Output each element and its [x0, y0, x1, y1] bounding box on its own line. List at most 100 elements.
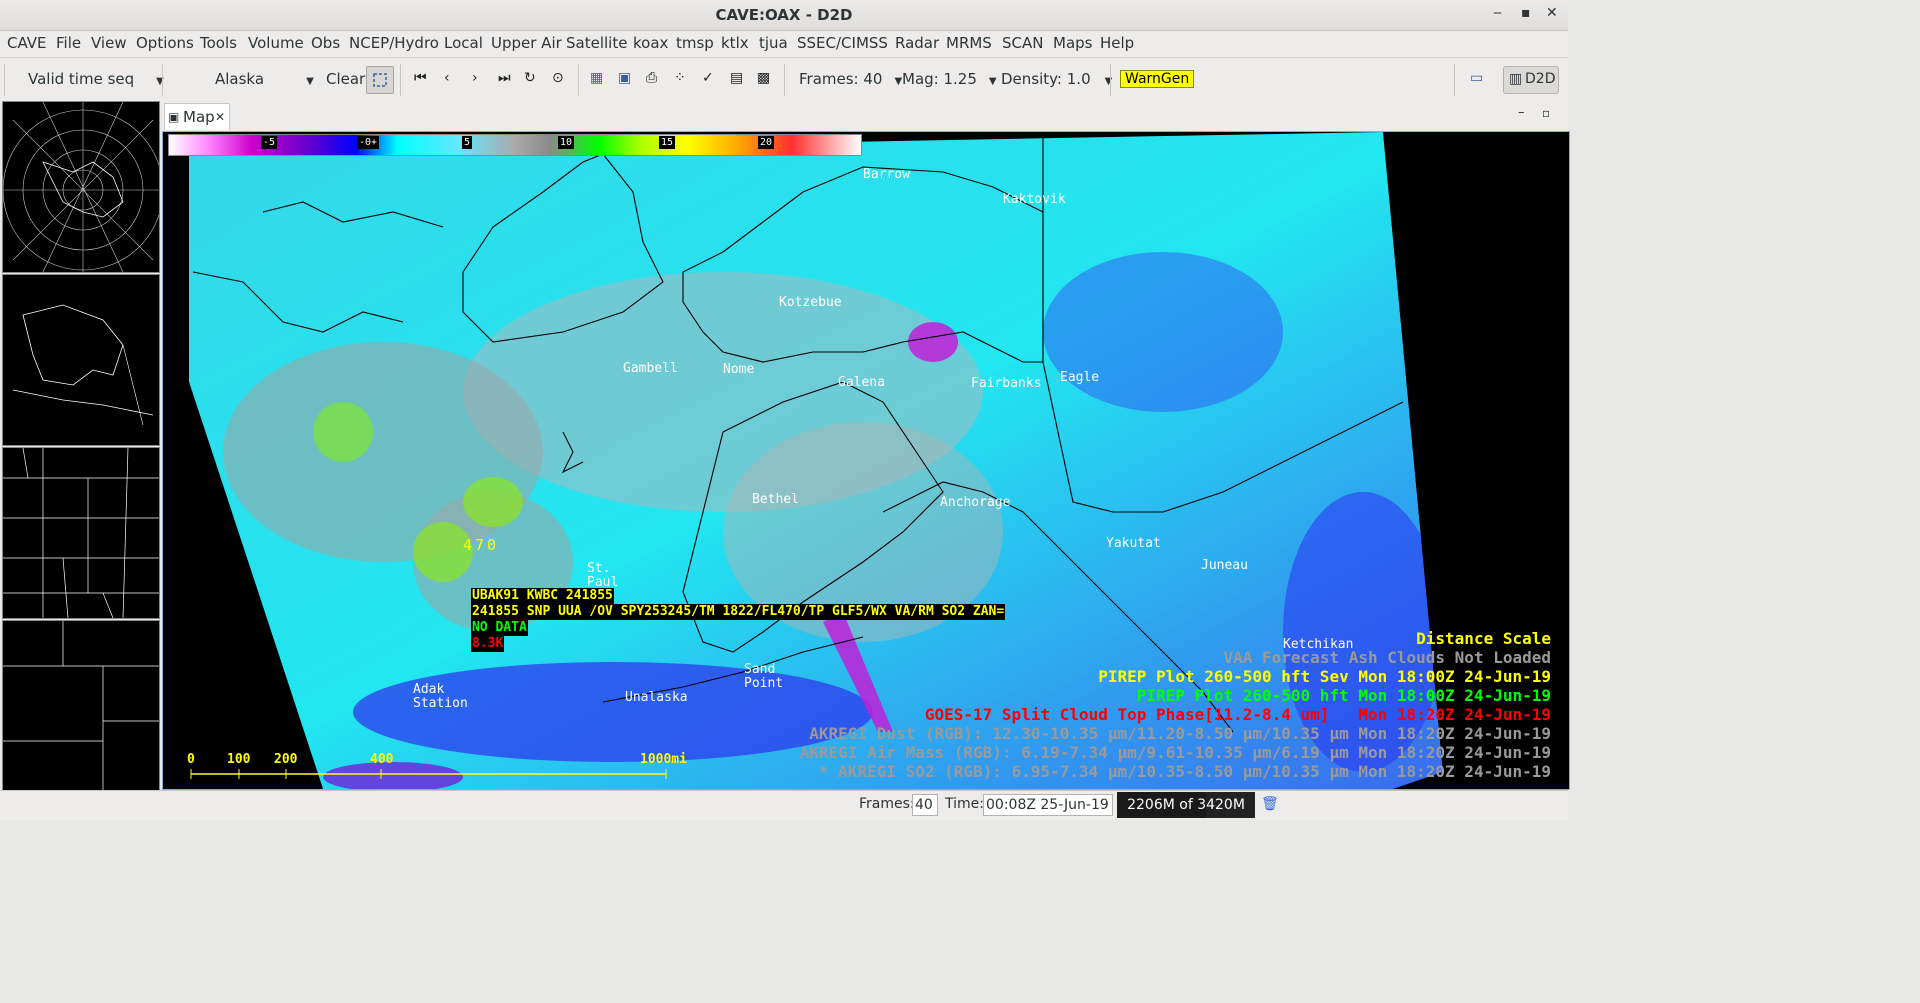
magnification-dropdown[interactable]: Mag: 1.25 ▼ [902, 70, 997, 88]
alaska-map-icon [12, 304, 154, 426]
legend-goes17[interactable]: GOES-17 Split Cloud Top Phase[11.2-8.4 u… [925, 705, 1551, 724]
menu-ktlx[interactable]: ktlx [721, 34, 749, 52]
map-properties-icon[interactable]: ▣ [618, 70, 631, 86]
menu-maps[interactable]: Maps [1053, 34, 1092, 52]
last-frame-icon[interactable]: ⏭ [498, 70, 511, 86]
menu-cave[interactable]: CAVE [7, 34, 47, 52]
scale-tick-label: 0 [187, 752, 195, 767]
print-icon[interactable]: ⎙ [646, 70, 657, 86]
menu-view[interactable]: View [91, 34, 127, 52]
density-dropdown[interactable]: Density: 1.0 ▼ [1001, 70, 1112, 88]
city-label: Kotzebue [779, 295, 842, 310]
menu-volume[interactable]: Volume [248, 34, 304, 52]
mag-label: Mag: 1.25 [902, 70, 977, 88]
color-bar: -5 -0+ 5 10 15 20 [168, 134, 862, 156]
frames-dropdown[interactable]: Frames: 40 ▼ [799, 70, 902, 88]
perspective-icon: ▥ [1509, 71, 1523, 87]
memory-status: 2206M of 3420M [1117, 792, 1255, 818]
previous-frame-icon[interactable]: ‹ [444, 70, 450, 86]
loop-properties-icon[interactable]: ⊙ [552, 70, 564, 86]
colorbar-tick: 20 [758, 136, 775, 149]
preview-pane-local[interactable] [2, 620, 160, 792]
maximize-button[interactable]: ▪ [1521, 5, 1531, 21]
legend-pirep[interactable]: PIREP Plot 260-500 hft Mon 18:00Z 24-Jun… [1137, 686, 1551, 705]
city-label: St. Paul [587, 561, 619, 590]
image-properties-icon[interactable]: ▦ [590, 70, 603, 86]
toolbar-separator [1454, 64, 1455, 96]
open-perspective-icon[interactable]: ▭ [1470, 70, 1483, 86]
drawing-icon[interactable]: ✓ [702, 70, 714, 86]
pirep-report: 241855 SNP UUA /OV SPY253245/TM 1822/FL4… [471, 604, 1006, 620]
preview-pane-alaska[interactable] [2, 274, 160, 446]
d2d-perspective-button[interactable]: ▥ D2D [1503, 66, 1559, 94]
loop-icon[interactable]: ↻ [524, 70, 536, 86]
toolbar-separator [1110, 64, 1111, 96]
menu-options[interactable]: Options [136, 34, 194, 52]
city-label: Gambell [623, 361, 678, 376]
city-label: Sand Point [744, 662, 784, 691]
preview-pane-northern-hemisphere[interactable] [2, 101, 160, 273]
colorbar-tick: 10 [558, 136, 575, 149]
legend-akregi-dust[interactable]: AKREGI Dust (RGB): 12.30-10.35 µm/11.20-… [809, 724, 1551, 743]
city-label: Adak Station [413, 682, 468, 711]
polar-map-icon [3, 102, 159, 272]
close-button[interactable]: ✕ [1546, 5, 1558, 21]
legend-akregi-so2[interactable]: * AKREGI SO2 (RGB): 6.95-7.34 µm/10.35-8… [819, 762, 1551, 781]
menu-tools[interactable]: Tools [200, 34, 237, 52]
menu-tjua[interactable]: tjua [759, 34, 788, 52]
menu-obs[interactable]: Obs [311, 34, 340, 52]
sample-icon[interactable]: ⁘ [674, 70, 686, 86]
toolbar-separator [400, 64, 401, 96]
toolbar: Valid time seq ▼ Alaska ▼ Clear ⏮ ‹ › ⏭ ↻ … [0, 57, 1568, 102]
trash-icon[interactable]: 🗑 [1261, 796, 1279, 812]
clear-button[interactable]: Clear [326, 70, 365, 88]
maximize-view-icon[interactable]: ▫ [1542, 106, 1550, 120]
chevron-down-icon: ▼ [306, 76, 314, 87]
menu-satellite[interactable]: Satellite [566, 34, 627, 52]
zoom-extent-button[interactable] [366, 66, 394, 94]
menu-file[interactable]: File [56, 34, 81, 52]
status-bar: Frames: 40 Time: 00:08Z 25-Jun-19 2206M … [0, 790, 1568, 820]
menu-koax[interactable]: koax [633, 34, 668, 52]
legend-distance-scale[interactable]: Distance Scale [1416, 629, 1551, 648]
frames-status-value: 40 [912, 794, 938, 816]
minimize-button[interactable]: ‒ [1493, 5, 1502, 21]
colorbar-tick: -5 [261, 136, 278, 149]
menu-upper-air[interactable]: Upper Air [491, 34, 562, 52]
legend-vaa[interactable]: VAA Forecast Ash Clouds Not Loaded [1223, 648, 1551, 667]
colorbar-tick: -0+ [357, 136, 380, 149]
minimize-view-icon[interactable]: – [1518, 105, 1525, 120]
city-label: Kaktovik [1003, 192, 1066, 207]
menu-help[interactable]: Help [1100, 34, 1134, 52]
map-display[interactable]: -5 -0+ 5 10 15 20 Barrow Kaktovik Kotzeb… [162, 131, 1570, 790]
menu-local[interactable]: Local [444, 34, 483, 52]
four-panel-icon[interactable]: ▩ [757, 70, 770, 86]
menu-ncep-hydro[interactable]: NCEP/Hydro [349, 34, 439, 52]
legend-akregi-airmass[interactable]: AKREGI Air Mass (RGB): 6.19-7.34 µm/9.61… [800, 743, 1551, 762]
tab-map[interactable]: ▣ Map ✕ [164, 103, 230, 130]
menu-ssec-cimss[interactable]: SSEC/CIMSS [797, 34, 888, 52]
warngen-button[interactable]: WarnGen [1120, 70, 1195, 88]
time-status-value: 00:08Z 25-Jun-19 [983, 794, 1113, 816]
menu-scan[interactable]: SCAN [1002, 34, 1043, 52]
scale-tick-label: 100 [227, 752, 251, 767]
time-mode-label: Valid time seq [28, 70, 135, 88]
time-mode-dropdown[interactable]: Valid time seq ▼ [28, 70, 164, 88]
city-label: Unalaska [625, 690, 688, 705]
pirep-flight-level: 470 [463, 536, 500, 554]
menu-tmsp[interactable]: tmsp [676, 34, 714, 52]
menu-mrms[interactable]: MRMS [946, 34, 992, 52]
density-label: Density: 1.0 [1001, 70, 1091, 88]
toolbar-separator [578, 64, 579, 96]
scale-dropdown[interactable]: Alaska ▼ [215, 70, 314, 88]
first-frame-icon[interactable]: ⏮ [414, 70, 427, 86]
city-label: Bethel [752, 492, 799, 507]
fullscreen-icon [373, 73, 387, 87]
legend-pirep-sev[interactable]: PIREP Plot 260-500 hft Sev Mon 18:00Z 24… [1098, 667, 1551, 686]
menu-radar[interactable]: Radar [895, 34, 939, 52]
single-panel-icon[interactable]: ▤ [730, 70, 743, 86]
preview-pane-central-us[interactable] [2, 447, 160, 619]
close-tab-icon[interactable]: ✕ [215, 110, 225, 124]
scale-tick-label: 200 [274, 752, 298, 767]
next-frame-icon[interactable]: › [472, 70, 478, 86]
